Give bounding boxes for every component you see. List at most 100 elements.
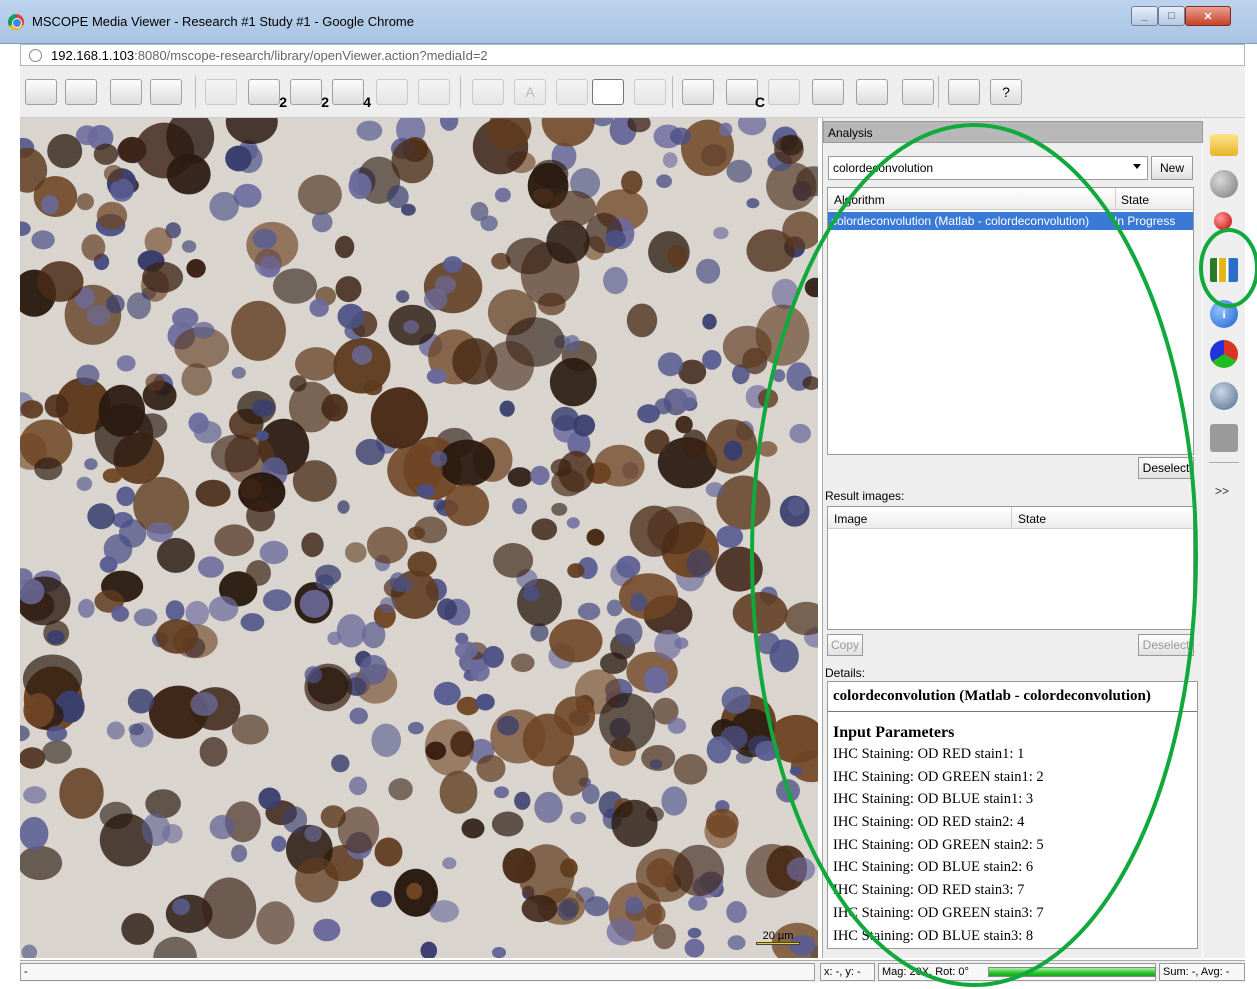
cell: [209, 191, 239, 221]
cell: [550, 458, 572, 477]
vertical-ruler-icon[interactable]: [472, 79, 504, 105]
close-button[interactable]: ✕: [1185, 6, 1231, 26]
cell: [292, 460, 337, 502]
cell: [438, 439, 495, 487]
column-image[interactable]: Image: [834, 512, 867, 526]
text-annotation-icon[interactable]: A: [514, 79, 546, 105]
algorithm-select[interactable]: colordeconvolution: [828, 156, 1148, 180]
new-analysis-button[interactable]: New: [1151, 156, 1193, 180]
cell: [570, 811, 587, 825]
column-algorithm[interactable]: Algorithm: [834, 193, 885, 207]
snapshot-copy-icon[interactable]: C: [726, 79, 765, 110]
help-icon[interactable]: ?: [990, 79, 1022, 105]
copy-button[interactable]: Copy: [827, 634, 863, 656]
red-pin-icon[interactable]: [1214, 212, 1232, 230]
select-region-icon[interactable]: [902, 79, 934, 105]
result-images-table[interactable]: Image State: [827, 506, 1194, 630]
tissue-image[interactable]: [20, 118, 818, 958]
chart-icon[interactable]: [1210, 258, 1238, 282]
scale-marker-icon[interactable]: [592, 79, 624, 105]
cell: [494, 786, 509, 799]
tag-icon[interactable]: [1210, 424, 1238, 452]
horizontal-ruler-icon[interactable]: [556, 79, 588, 105]
cell: [564, 335, 581, 352]
column-divider[interactable]: [1011, 507, 1012, 529]
button-badge: ?: [1002, 84, 1010, 100]
cell: [231, 714, 269, 745]
cell: [605, 230, 626, 248]
table-row[interactable]: colordeconvolution (Matlab - colordeconv…: [828, 212, 1193, 230]
layout-2h-icon[interactable]: 2: [290, 79, 329, 110]
cell: [93, 143, 119, 165]
cell: [549, 619, 603, 663]
cell: [647, 506, 706, 555]
window-mode-icon[interactable]: [948, 79, 980, 105]
cell: [181, 240, 197, 253]
folder-icon[interactable]: [1210, 134, 1238, 156]
cell: [81, 234, 106, 261]
cell: [776, 779, 800, 803]
cell: [688, 895, 708, 911]
cell: [145, 373, 165, 392]
cell: [554, 696, 596, 736]
print-icon[interactable]: [812, 79, 844, 105]
cell: [567, 563, 585, 578]
image-viewer[interactable]: [20, 118, 818, 958]
url-path: :8080/mscope-research/library/openViewer…: [134, 48, 488, 63]
column-state[interactable]: State: [1018, 512, 1046, 526]
expand-sidebar-button[interactable]: >>: [1215, 484, 1229, 498]
cell: [387, 185, 409, 209]
cell: [557, 900, 578, 921]
cell: [705, 482, 724, 498]
column-state[interactable]: State: [1121, 193, 1149, 207]
maximize-button[interactable]: □: [1158, 6, 1185, 26]
cell: [789, 766, 803, 776]
cell: [532, 188, 554, 205]
cell: [246, 560, 271, 586]
minimize-button[interactable]: _: [1131, 6, 1158, 26]
layout-4-icon[interactable]: 4: [332, 79, 371, 110]
cell: [512, 498, 528, 515]
fit-height-icon[interactable]: [65, 79, 97, 105]
color-channels-icon[interactable]: [1210, 340, 1238, 368]
cell: [20, 400, 44, 419]
address-bar[interactable]: 192.168.1.103:8080/mscope-research/libra…: [20, 44, 1245, 66]
snapshot-icon[interactable]: [682, 79, 714, 105]
cell: [295, 347, 338, 381]
chevron-down-icon[interactable]: [1133, 164, 1141, 169]
layout-2v-icon[interactable]: 2: [248, 79, 287, 110]
magnifier-icon[interactable]: [150, 79, 182, 105]
details-box: colordeconvolution (Matlab - colordeconv…: [827, 681, 1198, 949]
url-text[interactable]: 192.168.1.103:8080/mscope-research/libra…: [51, 48, 488, 63]
scalebar-toggle-icon[interactable]: [634, 79, 666, 105]
cell: [349, 776, 367, 796]
input-parameters-heading: Input Parameters: [833, 724, 955, 741]
cell: [657, 352, 683, 377]
cell: [746, 198, 760, 209]
fit-window-icon[interactable]: [25, 79, 57, 105]
parameter-line: IHC Staining: OD RED stain1: 1: [833, 746, 1025, 762]
cell: [146, 522, 174, 542]
cell: [370, 890, 392, 908]
cell: [75, 125, 99, 146]
user-comment-icon[interactable]: [1210, 382, 1238, 410]
deselect-result-button[interactable]: Deselect: [1138, 634, 1194, 656]
cell: [789, 423, 811, 444]
algorithm-table[interactable]: Algorithm State colordeconvolution (Matl…: [827, 187, 1194, 455]
cell: [202, 877, 257, 939]
column-divider[interactable]: [1115, 188, 1116, 210]
snapshot-folder-icon[interactable]: [768, 79, 800, 105]
button-badge: 2: [321, 94, 329, 110]
save-region-icon[interactable]: [856, 79, 888, 105]
cell: [391, 139, 434, 184]
fit-width-icon[interactable]: [110, 79, 142, 105]
cell: [41, 195, 59, 215]
info-icon[interactable]: i: [1210, 300, 1238, 328]
overlay-icon[interactable]: [418, 79, 450, 105]
sync-view-icon[interactable]: [376, 79, 408, 105]
grey-sphere-icon[interactable]: [1210, 170, 1238, 198]
layout-1-icon[interactable]: [205, 79, 237, 105]
cell: [46, 630, 65, 645]
toolbar-separator: [938, 76, 939, 108]
deselect-algorithm-button[interactable]: Deselect: [1138, 457, 1194, 479]
